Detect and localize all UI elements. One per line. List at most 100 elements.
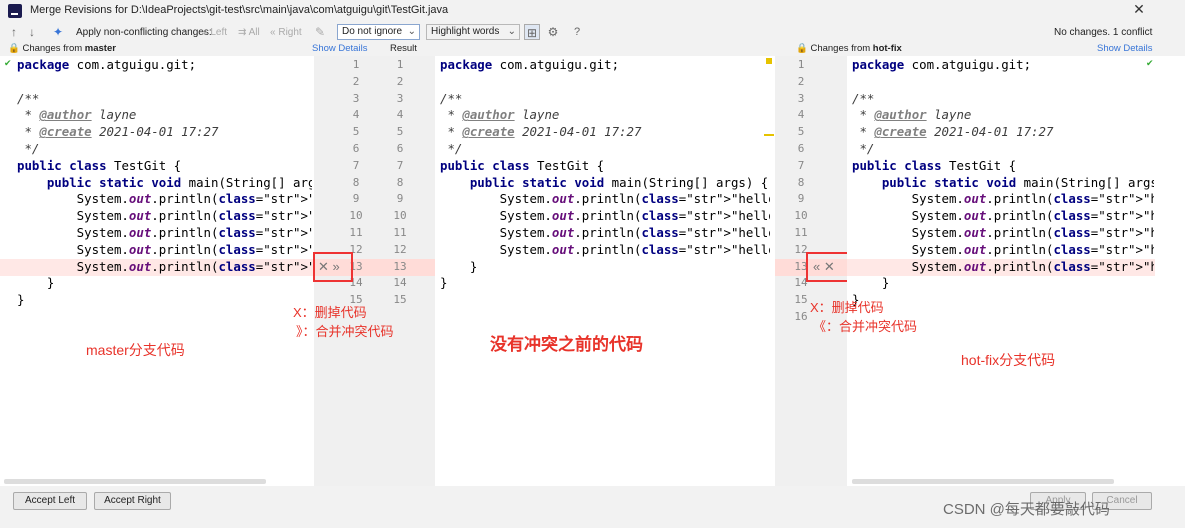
highlight-words-select[interactable]: Highlight words ⌄ — [426, 24, 520, 40]
left-code-line: * @create 2021-04-01 17:27 — [17, 124, 219, 140]
panes-header — [0, 42, 1185, 56]
line-number: 8 — [352, 175, 360, 189]
left-code-line — [17, 74, 312, 91]
right-code-line: System.out.println(class="str">"hot-fix … — [852, 258, 1154, 274]
apply-non-conflicting-label: Apply non-conflicting changes: — [76, 27, 212, 38]
csdn-watermark: CSDN @每天都要敲代码 — [943, 501, 1110, 518]
line-number: 3 — [396, 91, 404, 105]
result-code-area[interactable]: package com.atguigu.git; /** * @author l… — [440, 57, 770, 357]
line-number: 6 — [396, 141, 404, 155]
left-code-line: } — [17, 275, 55, 291]
apply-all-button[interactable]: ⇉ All — [238, 27, 260, 38]
line-number: 11 — [393, 225, 407, 239]
annotation-right-x: X：删掉代码 — [810, 300, 884, 315]
right-code-line: } — [852, 275, 890, 291]
center-code-line: * @create 2021-04-01 17:27 — [440, 124, 642, 140]
magic-resolve-icon[interactable]: ✦ — [50, 24, 66, 40]
left-show-details-link[interactable]: Show Details — [312, 43, 367, 54]
apply-left-button[interactable]: » Left — [202, 27, 227, 38]
annotation-left-x: X：删掉代码 — [293, 305, 367, 320]
left-code-line: * @author layne — [17, 107, 137, 123]
right-code-area[interactable]: package com.atguigu.git; /** * @author l… — [852, 57, 1154, 357]
line-number: 5 — [396, 125, 404, 139]
chevron-down-icon: ⌄ — [407, 26, 416, 37]
right-conflict-actions: « ✕ — [813, 259, 835, 275]
annotation-right-apply: 《：合并冲突代码 — [813, 319, 918, 334]
center-code-line: System.out.println(class="str">"hello gi… — [440, 224, 770, 240]
center-code-line: */ — [440, 140, 463, 156]
left-code-line: } — [17, 292, 25, 308]
center-code-line: } — [440, 275, 448, 291]
prev-conflict-arrow-up-icon[interactable]: ↑ — [6, 24, 22, 40]
right-code-line: System.out.println(class="str">"hello gi… — [852, 224, 1154, 240]
accept-right-button[interactable]: Accept Right — [94, 492, 171, 510]
right-show-details-link[interactable]: Show Details — [1097, 43, 1152, 54]
result-scroll-marker — [764, 134, 774, 136]
chevron-down-icon: ⌄ — [507, 26, 516, 37]
line-number: 14 — [393, 276, 407, 290]
line-number: 4 — [396, 108, 404, 122]
line-number: 9 — [797, 192, 805, 206]
line-number: 9 — [396, 192, 404, 206]
help-icon[interactable]: ? — [569, 24, 585, 40]
line-number: 5 — [797, 125, 805, 139]
apply-right-label: Right — [278, 27, 302, 38]
discard-right-icon[interactable]: ✕ — [824, 259, 835, 274]
sync-scroll-icon[interactable]: ⊞ — [524, 24, 540, 40]
line-number: 12 — [393, 242, 407, 256]
left-code-line: System.out.println(class="str">"hello gi… — [17, 208, 312, 224]
ignore-whitespace-select[interactable]: Do not ignore ⌄ — [337, 24, 420, 40]
ignore-select-value: Do not ignore — [342, 26, 403, 37]
line-number: 2 — [797, 74, 805, 88]
line-number: 9 — [352, 192, 360, 206]
right-horizontal-scrollbar[interactable] — [852, 479, 1114, 484]
annotation-left-apply: 》：合并冲突代码 — [296, 324, 394, 339]
left-code-line: public class TestGit { — [17, 157, 182, 173]
center-code-line: public class TestGit { — [440, 157, 605, 173]
left-code-line: System.out.println(class="str">"hello gi… — [17, 224, 312, 240]
right-header-label: Changes from — [810, 43, 873, 54]
line-number: 1 — [797, 58, 805, 71]
right-line-numbers: 1 2 3 4 5 6 7 8 9 10 11 12 13 14 15 16 — [783, 57, 819, 326]
left-horizontal-scrollbar[interactable] — [4, 479, 266, 484]
left-code-area[interactable]: package com.atguigu.git; /** * @author l… — [17, 57, 312, 357]
right-code-line: * @create 2021-04-01 17:27 — [852, 124, 1054, 140]
left-branch-name: master — [84, 43, 116, 54]
line-number: 5 — [352, 125, 360, 139]
line-number: 10 — [794, 209, 808, 223]
discard-left-icon[interactable]: ✕ — [318, 259, 329, 274]
right-code-line: public class TestGit { — [852, 157, 1017, 173]
magic-wand-icon[interactable]: ✎ — [312, 24, 328, 40]
right-code-line: * @author layne — [852, 107, 972, 123]
right-code-line: } — [852, 292, 860, 308]
line-number: 4 — [352, 108, 360, 122]
next-conflict-arrow-down-icon[interactable]: ↓ — [24, 24, 40, 40]
line-number: 11 — [794, 225, 808, 239]
right-header: 🔒 Changes from hot-fix — [796, 43, 902, 54]
center-code-line: System.out.println(class="str">"hello gi… — [440, 191, 770, 207]
left-code-line: */ — [17, 140, 40, 156]
line-number: 15 — [393, 293, 407, 307]
accept-left-button[interactable]: Accept Left — [13, 492, 87, 510]
center-code-line: public static void main(String[] args) { — [469, 174, 769, 190]
right-code-line: System.out.println(class="str">"hello gi… — [852, 191, 1154, 207]
window-title: Merge Revisions for D:\IdeaProjects\git-… — [30, 4, 449, 16]
apply-left-change-icon[interactable]: » — [333, 259, 340, 274]
line-number: 10 — [349, 209, 363, 223]
line-number: 7 — [352, 158, 360, 172]
line-number: 3 — [797, 91, 805, 105]
apply-right-button[interactable]: « Right — [270, 27, 302, 38]
gear-icon[interactable]: ⚙ — [545, 24, 561, 40]
close-icon[interactable]: ✕ — [1131, 1, 1147, 18]
left-code-line: System.out.println(class="str">"hello gi… — [17, 191, 312, 207]
center-code-line: System.out.println(class="str">"hello gi… — [440, 208, 770, 224]
right-code-line: package com.atguigu.git; — [852, 57, 1032, 72]
result-status-marker — [766, 58, 772, 64]
center-code-line: System.out.println(class="str">"hello gi… — [440, 241, 770, 257]
right-code-line: */ — [852, 140, 875, 156]
apply-right-change-icon[interactable]: « — [813, 259, 820, 274]
result-line-numbers: 1 2 3 4 5 6 7 8 9 10 11 12 13 14 15 — [382, 57, 418, 309]
highlight-select-value: Highlight words — [431, 26, 500, 37]
center-code-line: * @author layne — [440, 107, 560, 123]
line-number: 3 — [352, 91, 360, 105]
